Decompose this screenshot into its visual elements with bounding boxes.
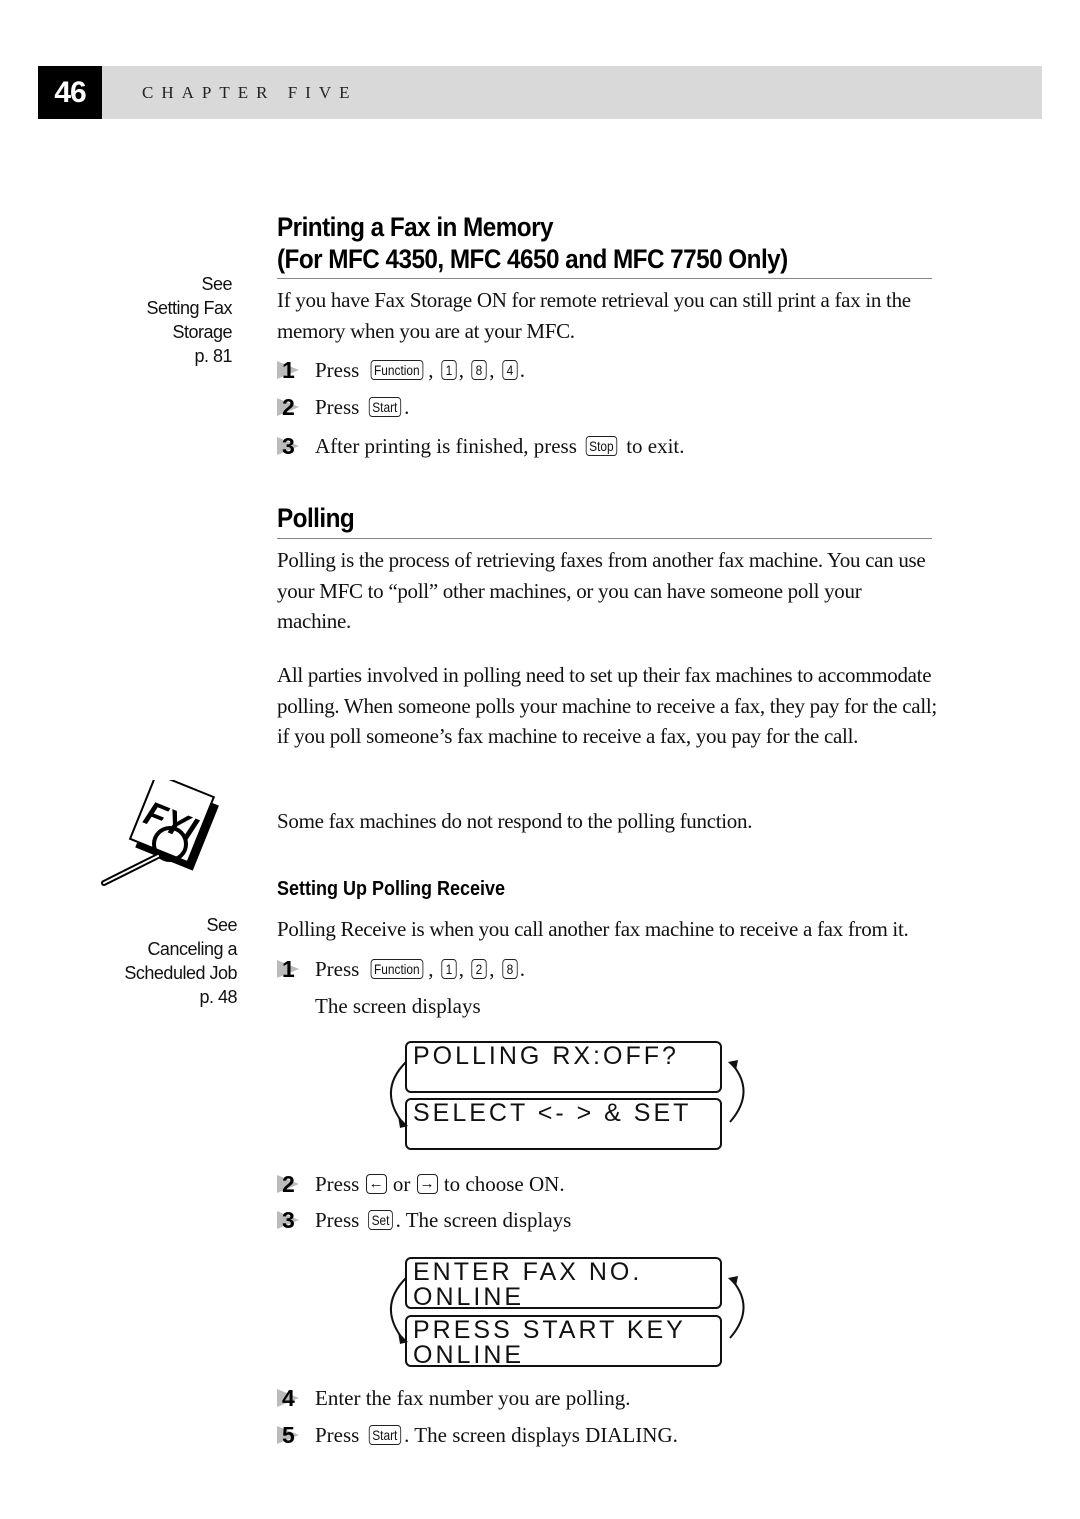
step-text: Press	[315, 1172, 360, 1196]
step-text: The screen displays	[315, 994, 481, 1018]
polling-receive-intro: Polling Receive is when you call another…	[277, 917, 909, 941]
step-text: Press	[315, 1208, 360, 1232]
step-number-marker: 2	[277, 393, 315, 421]
step-text: After printing is finished, press	[315, 434, 577, 458]
chapter-title: CHAPTER FIVE	[142, 83, 358, 102]
step-number-marker: 3	[277, 1206, 315, 1234]
key-2: 2	[471, 959, 487, 979]
section-rule	[277, 538, 932, 539]
lcd-text: ONLINE	[413, 1283, 525, 1311]
key-4: 4	[502, 360, 518, 380]
subsection-title-polling-receive: Setting Up Polling Receive	[277, 878, 506, 900]
step-number-marker: 1	[277, 356, 315, 384]
step-text: .	[404, 395, 410, 419]
step-number-marker: 5	[277, 1421, 315, 1449]
margin-note-canceling-job: See Canceling a Scheduled Job p. 48	[124, 913, 237, 1009]
margin-note-line: See	[201, 274, 232, 294]
lcd-text: PRESS START KEY	[413, 1316, 686, 1344]
polling-note: Some fax machines do not respond to the …	[277, 809, 753, 833]
step-number-marker: 4	[277, 1384, 315, 1412]
step-3: 3 After printing is finished, press Stop…	[277, 432, 685, 460]
polling-para-1: Polling is the process of retrieving fax…	[277, 548, 926, 633]
step-text: or	[387, 1172, 416, 1196]
section-title-polling: Polling	[277, 503, 355, 533]
polling-step-1-sub: The screen displays	[315, 992, 481, 1020]
polling-step-2: 2 Press ← or → to choose ON.	[277, 1170, 565, 1198]
step-2: 2 Press Start .	[277, 393, 409, 421]
start-key: Start	[368, 397, 401, 417]
step-text: Press	[315, 957, 360, 981]
margin-note-line: Storage	[172, 322, 232, 342]
key-8: 8	[502, 959, 518, 979]
section-title-printing-fax: Printing a Fax in Memory	[277, 212, 554, 242]
margin-note-line: p. 81	[194, 346, 232, 366]
step-text: . The screen displays DIALING.	[404, 1423, 678, 1447]
lcd-text: ENTER FAX NO.	[413, 1258, 643, 1286]
polling-para-2: All parties involved in polling need to …	[277, 663, 937, 748]
stop-key: Stop	[585, 436, 618, 456]
step-text: Press	[315, 395, 360, 419]
margin-note-line: Setting Fax	[146, 298, 232, 318]
step-1: 1 Press Function, 1, 8, 4 .	[277, 356, 525, 384]
polling-step-5: 5 Press Start . The screen displays DIAL…	[277, 1421, 678, 1449]
printing-fax-intro: If you have Fax Storage ON for remote re…	[277, 288, 911, 343]
section-rule	[277, 278, 932, 279]
step-text: .	[519, 957, 526, 981]
step-text: . The screen displays	[395, 1208, 572, 1232]
set-key: Set	[367, 1210, 393, 1230]
step-text: to exit.	[620, 434, 685, 458]
key-1: 1	[441, 360, 457, 380]
key-1: 1	[441, 959, 457, 979]
lcd-text: POLLING RX:OFF?	[413, 1042, 679, 1070]
start-key: Start	[368, 1425, 401, 1445]
lcd-display-polling-rx: POLLING RX:OFF?	[405, 1041, 722, 1093]
step-text: Press	[315, 358, 360, 382]
page-number: 46	[38, 66, 102, 119]
function-key: Function	[370, 360, 423, 380]
margin-note-line: See	[206, 915, 237, 935]
function-key: Function	[370, 959, 423, 979]
fyi-magnifier-icon: FYI	[101, 780, 219, 886]
margin-note-line: p. 48	[199, 987, 237, 1007]
lcd-text: SELECT <- > & SET	[413, 1099, 692, 1127]
step-text: .	[519, 358, 526, 382]
margin-note-line: Scheduled Job	[124, 963, 237, 983]
section-subtitle-models: (For MFC 4350, MFC 4650 and MFC 7750 Onl…	[277, 244, 788, 274]
polling-step-4: 4 Enter the fax number you are polling.	[277, 1384, 630, 1412]
margin-note-setting-fax-storage: See Setting Fax Storage p. 81	[146, 272, 232, 368]
step-text: Press	[315, 1423, 360, 1447]
step-number-marker: 3	[277, 432, 315, 460]
right-arrow-key: →	[416, 1174, 438, 1194]
margin-note-line: Canceling a	[147, 939, 237, 959]
polling-step-3: 3 Press Set . The screen displays	[277, 1206, 571, 1234]
left-arrow-key: ←	[365, 1174, 387, 1194]
step-number-marker: 2	[277, 1170, 315, 1198]
step-number-marker: 1	[277, 955, 315, 983]
polling-step-1: 1 Press Function, 1, 2, 8 .	[277, 955, 525, 983]
lcd-display-press-start: PRESS START KEY ONLINE	[405, 1315, 722, 1369]
lcd-text: ONLINE	[413, 1341, 525, 1369]
step-text: Enter the fax number you are polling.	[315, 1386, 631, 1410]
step-text: to choose ON.	[438, 1172, 565, 1196]
key-8: 8	[471, 360, 487, 380]
lcd-display-select-set: SELECT <- > & SET	[405, 1098, 722, 1150]
lcd-display-enter-fax-no: ENTER FAX NO. ONLINE	[405, 1257, 722, 1311]
